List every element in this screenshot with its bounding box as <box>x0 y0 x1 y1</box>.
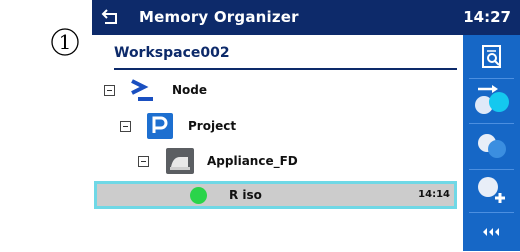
collapse-toggle[interactable] <box>104 85 115 96</box>
start-test-button[interactable] <box>463 80 520 120</box>
search-document-icon <box>481 45 501 68</box>
tree-project-label: Project <box>188 119 237 133</box>
collapse-toggle[interactable] <box>138 156 149 167</box>
clone-button[interactable] <box>463 126 520 166</box>
back-arrow-icon[interactable] <box>101 6 123 28</box>
tree-row-appliance[interactable]: Appliance_FD <box>92 145 452 177</box>
tree-row-node[interactable]: Node <box>92 74 452 106</box>
step-marker: 1 <box>50 27 80 57</box>
device-screen: Memory Organizer 14:27 Workspace002 Node… <box>92 0 520 251</box>
sidebar-separator <box>469 123 514 124</box>
search-document-button[interactable] <box>463 37 520 77</box>
workspace-underline <box>114 68 457 70</box>
more-options-icon <box>482 228 499 236</box>
sidebar <box>463 35 520 251</box>
measurement-label: R iso <box>229 188 262 202</box>
project-icon <box>147 113 173 139</box>
clock: 14:27 <box>463 8 511 26</box>
collapse-toggle[interactable] <box>120 121 131 132</box>
appliance-icon <box>166 148 194 174</box>
title-bar: Memory Organizer 14:27 <box>92 0 520 35</box>
node-prompt-icon <box>131 79 153 101</box>
selected-measurement-row[interactable]: R iso 14:14 <box>94 181 457 209</box>
status-dot-icon <box>190 187 207 204</box>
page-title: Memory Organizer <box>139 8 299 26</box>
workspace-title[interactable]: Workspace002 <box>114 45 230 61</box>
measurement-time: 14:14 <box>418 189 450 200</box>
tree-node-label: Node <box>172 83 208 97</box>
start-test-icon <box>474 85 509 114</box>
tree-appliance-label: Appliance_FD <box>207 154 298 168</box>
tree-row-project[interactable]: Project <box>92 110 452 142</box>
add-structure-button[interactable] <box>463 170 520 210</box>
step-number: 1 <box>58 30 72 54</box>
add-structure-icon <box>477 177 505 203</box>
sidebar-separator <box>469 78 514 79</box>
more-options-button[interactable] <box>463 212 520 252</box>
clone-icon <box>477 134 506 158</box>
tree-view: Workspace002 Node Project Appliance_FD R… <box>92 35 463 251</box>
